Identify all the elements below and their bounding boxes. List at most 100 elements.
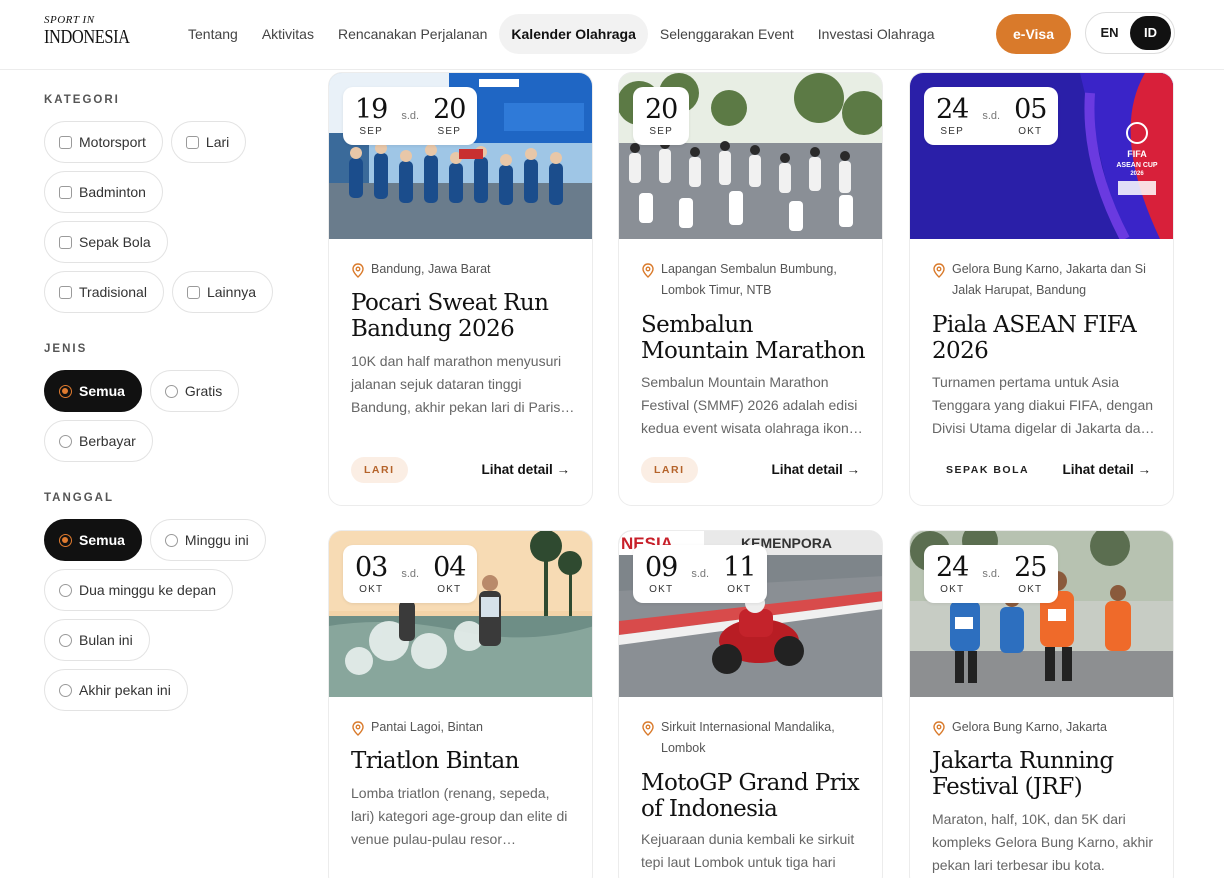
checkbox-icon	[186, 285, 200, 299]
date-badge: 03 OKT s.d. 04 OKT	[343, 545, 478, 603]
tanggal-filters: Semua Minggu ini Dua minggu ke depan Bul…	[44, 519, 280, 711]
event-location: Gelora Bung Karno, Jakarta	[932, 717, 1162, 738]
radio-icon	[164, 533, 178, 547]
date-badge: 19 SEP s.d. 20 SEP	[343, 87, 478, 145]
location-text: Pantai Lagoi, Bintan	[371, 720, 483, 734]
date-separator: s.d.	[982, 568, 1001, 580]
event-title[interactable]: Sembalun Mountain Marathon	[641, 312, 866, 364]
checkbox-icon	[59, 135, 72, 149]
event-card[interactable]: 03 OKT s.d. 04 OKT Pantai Lagoi, Bintan Tr…	[328, 530, 593, 878]
detail-link[interactable]: Lihat detail →	[771, 462, 860, 477]
end-day: 11	[723, 551, 756, 583]
detail-link[interactable]: Lihat detail →	[481, 462, 570, 477]
date-badge: 24 SEP s.d. 05 OKT	[924, 87, 1059, 145]
end-day: 20	[433, 93, 466, 125]
date-badge: 09 OKT s.d. 11 OKT	[633, 545, 768, 603]
event-card[interactable]: 19 SEP s.d. 20 SEP Bandung, Jawa Barat Poc…	[328, 72, 593, 506]
kategori-title: KATEGORI	[44, 94, 120, 106]
main-nav: Tentang Aktivitas Rencanakan Perjalanan …	[176, 14, 947, 54]
top-header: SPORT IN INDONESIA Tentang Aktivitas Ren…	[0, 0, 1224, 70]
category-tag: LARI	[351, 457, 408, 483]
event-title[interactable]: Triatlon Bintan	[351, 748, 576, 774]
date-badge: 20 SEP	[633, 87, 690, 145]
kategori-filters: Motorsport Lari Badminton Sepak Bola Tra…	[44, 121, 280, 313]
filter-lari[interactable]: Lari	[170, 121, 247, 163]
logo-line2: INDONESIA	[44, 26, 130, 48]
nav-kalender-olahraga[interactable]: Kalender Olahraga	[499, 14, 648, 54]
nav-aktivitas[interactable]: Aktivitas	[250, 14, 326, 54]
category-tag: LARI	[641, 457, 698, 483]
filter-sidebar: KATEGORI Motorsport Lari Badminton Sepak…	[44, 70, 284, 711]
nav-rencanakan-perjalanan[interactable]: Rencanakan Perjalanan	[326, 14, 499, 54]
location-pin-icon	[933, 721, 945, 736]
filter-sepak-bola[interactable]: Sepak Bola	[44, 221, 168, 263]
start-month: OKT	[359, 583, 384, 595]
detail-link[interactable]: Lihat detail →	[1062, 462, 1151, 477]
logo-line1: SPORT IN	[44, 14, 95, 26]
checkbox-icon	[59, 185, 72, 199]
event-description: Turnamen pertama untuk Asia Tenggara yan…	[932, 374, 1155, 436]
nav-selenggarakan-event[interactable]: Selenggarakan Event	[648, 14, 806, 54]
start-day: 20	[645, 93, 678, 125]
end-month: OKT	[1018, 583, 1043, 595]
filter-label: Gratis	[184, 383, 223, 399]
location-text: Sirkuit Internasional Mandalika, Lombok	[661, 720, 835, 755]
event-title[interactable]: Piala ASEAN FIFA 2026	[932, 312, 1157, 364]
radio-icon	[59, 633, 72, 647]
start-month: SEP	[649, 125, 673, 137]
end-month: OKT	[727, 583, 752, 595]
radio-icon	[59, 384, 72, 398]
nav-tentang[interactable]: Tentang	[176, 14, 250, 54]
tanggal-bulan-ini[interactable]: Bulan ini	[44, 619, 150, 661]
filter-motorsport[interactable]: Motorsport	[44, 121, 163, 163]
start-month: SEP	[940, 125, 964, 137]
filter-lainnya[interactable]: Lainnya	[171, 271, 274, 313]
tanggal-minggu-ini[interactable]: Minggu ini	[149, 519, 266, 561]
filter-label: Badminton	[79, 184, 146, 200]
filter-tradisional[interactable]: Tradisional	[44, 271, 164, 313]
radio-icon	[164, 384, 178, 398]
event-description: Lomba triatlon (renang, sepeda, lari) ka…	[351, 785, 568, 847]
location-pin-icon	[352, 721, 364, 736]
tanggal-akhir-pekan[interactable]: Akhir pekan ini	[44, 669, 188, 711]
evisa-button[interactable]: e-Visa	[996, 14, 1071, 54]
filter-label: Minggu ini	[184, 532, 249, 548]
filter-label: Berbayar	[79, 433, 136, 449]
event-description: 10K dan half marathon menyusuri jalanan …	[351, 353, 575, 415]
filter-label: Semua	[79, 532, 125, 548]
event-title[interactable]: Jakarta Running Festival (JRF)	[932, 748, 1157, 800]
filter-badminton[interactable]: Badminton	[44, 171, 163, 213]
end-month: OKT	[437, 583, 462, 595]
tanggal-semua[interactable]: Semua	[44, 519, 142, 561]
event-title[interactable]: Pocari Sweat Run Bandung 2026	[351, 290, 576, 342]
lang-id-button[interactable]: ID	[1130, 16, 1171, 50]
event-title[interactable]: MotoGP Grand Prix of Indonesia	[641, 770, 866, 822]
site-logo[interactable]: SPORT IN INDONESIA	[44, 14, 130, 50]
event-card[interactable]: 24 OKT s.d. 25 OKT Gelora Bung Karno, Jaka…	[909, 530, 1174, 878]
radio-icon	[59, 583, 72, 597]
location-pin-icon	[933, 263, 945, 278]
event-card[interactable]: NESIA KEMENPORA 09 OKT s.d. 11 OKT Sirkuit…	[618, 530, 883, 878]
filter-label: Sepak Bola	[79, 234, 151, 250]
nav-investasi-olahraga[interactable]: Investasi Olahraga	[806, 14, 947, 54]
date-separator: s.d.	[691, 568, 710, 580]
jenis-berbayar[interactable]: Berbayar	[44, 420, 153, 462]
radio-icon	[59, 434, 72, 448]
filter-label: Bulan ini	[79, 632, 133, 648]
event-description: Maraton, half, 10K, dan 5K dari kompleks…	[932, 811, 1153, 873]
tanggal-dua-minggu[interactable]: Dua minggu ke depan	[44, 569, 233, 611]
radio-icon	[59, 683, 72, 697]
jenis-semua[interactable]: Semua	[44, 370, 142, 412]
fifa-text: FIFA	[1127, 149, 1147, 159]
event-location: Lapangan Sembalun Bumbung, Lombok Timur,…	[641, 259, 871, 301]
event-location: Gelora Bung Karno, Jakarta dan Si Jalak …	[932, 259, 1162, 301]
event-card[interactable]: FIFA ASEAN CUP 2026 24 SEP s.d. 05 OKT Gel…	[909, 72, 1174, 506]
end-day: 05	[1014, 93, 1047, 125]
event-card[interactable]: 20 SEP Lapangan Sembalun Bumbung, Lombok …	[618, 72, 883, 506]
tanggal-title: TANGGAL	[44, 492, 115, 504]
jenis-gratis[interactable]: Gratis	[149, 370, 240, 412]
start-day: 03	[355, 551, 388, 583]
checkbox-icon	[59, 235, 72, 249]
lang-en-button[interactable]: EN	[1089, 16, 1130, 50]
location-text: Bandung, Jawa Barat	[371, 262, 491, 276]
